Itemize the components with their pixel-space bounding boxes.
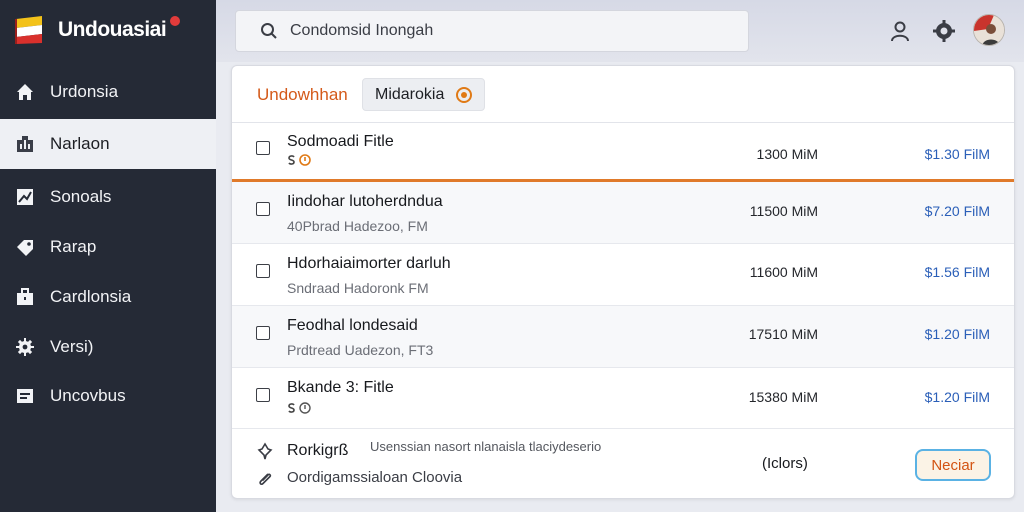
brand[interactable]: Undouasiai: [0, 0, 216, 62]
sidebar: Undouasiai Urdonsia Narlaon Sonoals Rara…: [0, 0, 216, 512]
info-icon: [299, 402, 311, 414]
app-name: Undouasiai: [58, 18, 167, 41]
search-input[interactable]: [290, 22, 710, 40]
search-icon: [261, 23, 277, 39]
row-size: 17510 MiM: [748, 326, 818, 342]
table-row[interactable]: Feodhal londesaid Prdtread Uadezon, FT3 …: [232, 306, 1014, 368]
row-size: 11600 MiM: [749, 264, 818, 280]
footer-description: Oordigamssialoan Cloovia: [287, 469, 463, 486]
row-title: Iindohar lutoherdndua: [287, 193, 443, 210]
row-title: Feodhal londesaid: [287, 317, 418, 334]
row-size: 15380 MiM: [748, 389, 818, 405]
list-icon: [14, 385, 36, 407]
notification-dot: [170, 16, 180, 26]
sidebar-item-urdonsia[interactable]: Urdonsia: [0, 67, 216, 117]
sidebar-item-versi[interactable]: Versi): [0, 322, 216, 372]
search-box[interactable]: [235, 10, 749, 52]
sidebar-item-label: Urdonsia: [50, 82, 119, 101]
pin-icon: [257, 442, 273, 460]
filter-chip[interactable]: Midarokia: [362, 78, 486, 111]
gear-icon: [14, 336, 36, 358]
row-icons: [287, 154, 311, 166]
sidebar-item-rarap[interactable]: Rarap: [0, 222, 216, 272]
tab-active-title[interactable]: Undowhhan: [257, 85, 348, 105]
table-row[interactable]: Hdorhaiaimorter darluh Sndraad Hadoronk …: [232, 244, 1014, 306]
sidebar-item-narlaon[interactable]: Narlaon: [0, 119, 216, 169]
row-title: Hdorhaiaimorter darluh: [287, 255, 451, 272]
row-price-link[interactable]: $1.30 FilM: [892, 146, 990, 162]
tag-icon: [14, 236, 36, 258]
settings-gear-icon[interactable]: [929, 16, 959, 46]
panel-footer: Rorkigrß Usenssian nasort nlanaisla tlac…: [232, 429, 1014, 498]
attachment-icon: [259, 473, 272, 486]
avatar-image-icon: [974, 15, 1004, 45]
briefcase-icon: [14, 286, 36, 308]
top-bar: [216, 0, 1024, 62]
sidebar-item-label: Rarap: [50, 237, 97, 256]
chip-badge-icon: [456, 87, 473, 103]
dollar-icon: [288, 403, 295, 413]
row-checkbox[interactable]: [256, 141, 270, 155]
row-subtitle: Prdtread Uadezon, FT3: [287, 342, 434, 358]
row-checkbox[interactable]: [256, 326, 270, 340]
flag-logo-icon: [15, 16, 42, 44]
sidebar-item-label: Cardlonsia: [50, 287, 132, 306]
row-price-link[interactable]: $1.20 FilM: [892, 326, 990, 342]
user-icon[interactable]: [885, 16, 915, 46]
row-price-link[interactable]: $1.56 FilM: [892, 264, 990, 280]
panel-header: Undowhhan Midarokia: [232, 66, 1014, 123]
filter-chip-label: Midarokia: [375, 86, 445, 103]
row-price-link[interactable]: $1.20 FilM: [892, 389, 990, 405]
sidebar-item-uncovbus[interactable]: Uncovbus: [0, 371, 216, 421]
sidebar-item-sonoals[interactable]: Sonoals: [0, 172, 216, 222]
row-title: Bkande 3: Fitle: [287, 379, 394, 396]
sidebar-item-label: Narlaon: [50, 134, 110, 153]
row-subtitle: 40Pbrad Hadezoo, FM: [287, 218, 428, 234]
building-icon: [14, 133, 36, 155]
footer-count: (Iclors): [762, 455, 808, 472]
row-checkbox[interactable]: [256, 264, 270, 278]
dollar-icon: [288, 155, 295, 165]
row-size: 11500 MiM: [749, 203, 818, 219]
sidebar-item-label: Versi): [50, 337, 94, 356]
row-checkbox[interactable]: [256, 202, 270, 216]
table-row[interactable]: Iindohar lutoherdndua 40Pbrad Hadezoo, F…: [232, 182, 1014, 244]
row-price-link[interactable]: $7.20 FilM: [892, 203, 990, 219]
sidebar-item-label: Uncovbus: [50, 386, 126, 405]
avatar[interactable]: [973, 14, 1005, 46]
row-checkbox[interactable]: [256, 388, 270, 402]
footer-label: Rorkigrß: [287, 442, 349, 459]
footer-action-button[interactable]: Neciar: [915, 449, 991, 481]
alert-icon: [299, 154, 311, 166]
table-row[interactable]: Bkande 3: Fitle 15380 MiM $1.20 FilM: [232, 368, 1014, 429]
sidebar-item-cardlonsia[interactable]: Cardlonsia: [0, 272, 216, 322]
chart-icon: [14, 186, 36, 208]
row-icons: [287, 402, 311, 414]
row-subtitle: Sndraad Hadoronk FM: [287, 280, 429, 296]
sidebar-item-label: Sonoals: [50, 187, 112, 206]
row-title: Sodmoadi Fitle: [287, 133, 394, 150]
home-icon: [14, 81, 36, 103]
file-list-panel: Undowhhan Midarokia Sodmoadi Fitle 1300 …: [231, 65, 1015, 499]
footer-note: Usenssian nasort nlanaisla tlaciydeserio: [370, 439, 602, 454]
row-size: 1300 MiM: [756, 146, 818, 162]
table-row[interactable]: Sodmoadi Fitle 1300 MiM $1.30 FilM: [232, 123, 1014, 182]
